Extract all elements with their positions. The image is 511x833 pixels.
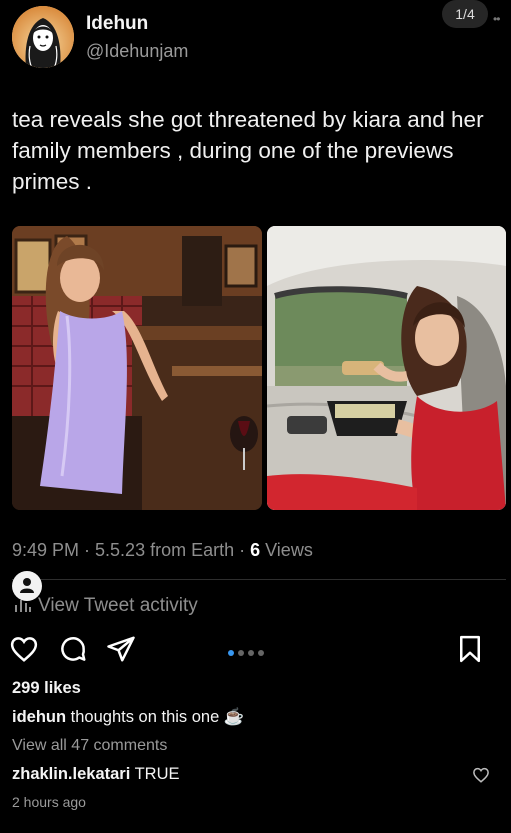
post-time-ago: 2 hours ago [12,794,86,810]
tweet-photo-lilac-dress[interactable] [12,226,262,510]
comment-heart-icon[interactable] [472,766,490,784]
views-label: Views [260,540,313,560]
more-icon: •• [493,12,500,26]
bookmark-icon[interactable] [455,634,487,666]
view-tweet-activity[interactable]: View Tweet activity [14,595,198,618]
comment-icon[interactable] [58,634,90,666]
likes-count[interactable]: 299 likes [12,679,81,698]
bar-chart-icon [14,596,32,618]
tweet-meta: 9:49 PM · 5.5.23 from Earth · 6 Views [12,540,313,561]
carousel-dot [228,650,234,656]
caption-username[interactable]: idehun [12,708,66,726]
profile-avatar[interactable] [12,6,74,68]
tweet-text: tea reveals she got threatened by kiara … [12,107,484,194]
heart-icon[interactable] [9,634,41,666]
carousel-page-indicator: 1/4 [442,0,488,28]
comment-text: TRUE [130,765,180,783]
carousel-dots [228,643,268,661]
views-count: 6 [250,540,261,560]
user-handle[interactable]: @Idehunjam [86,41,188,62]
view-all-comments-link[interactable]: View all 47 comments [12,737,167,755]
carousel-dot [258,650,264,656]
comment: zhaklin.lekatari TRUE [12,765,180,784]
tweet-timestamp: 9:49 PM · 5.5.23 from Earth · [12,540,251,560]
caption-text: thoughts on this one ☕ [66,708,245,726]
carousel-dot [248,650,254,656]
activity-label: View Tweet activity [38,595,198,616]
comment-username[interactable]: zhaklin.lekatari [12,765,130,783]
tweet-photo-red-dress[interactable] [267,226,506,510]
share-icon[interactable] [106,634,138,666]
carousel-dot [238,650,244,656]
post-caption: idehun thoughts on this one ☕ [12,708,244,727]
divider [12,579,506,580]
display-name[interactable]: Idehun [86,13,148,35]
